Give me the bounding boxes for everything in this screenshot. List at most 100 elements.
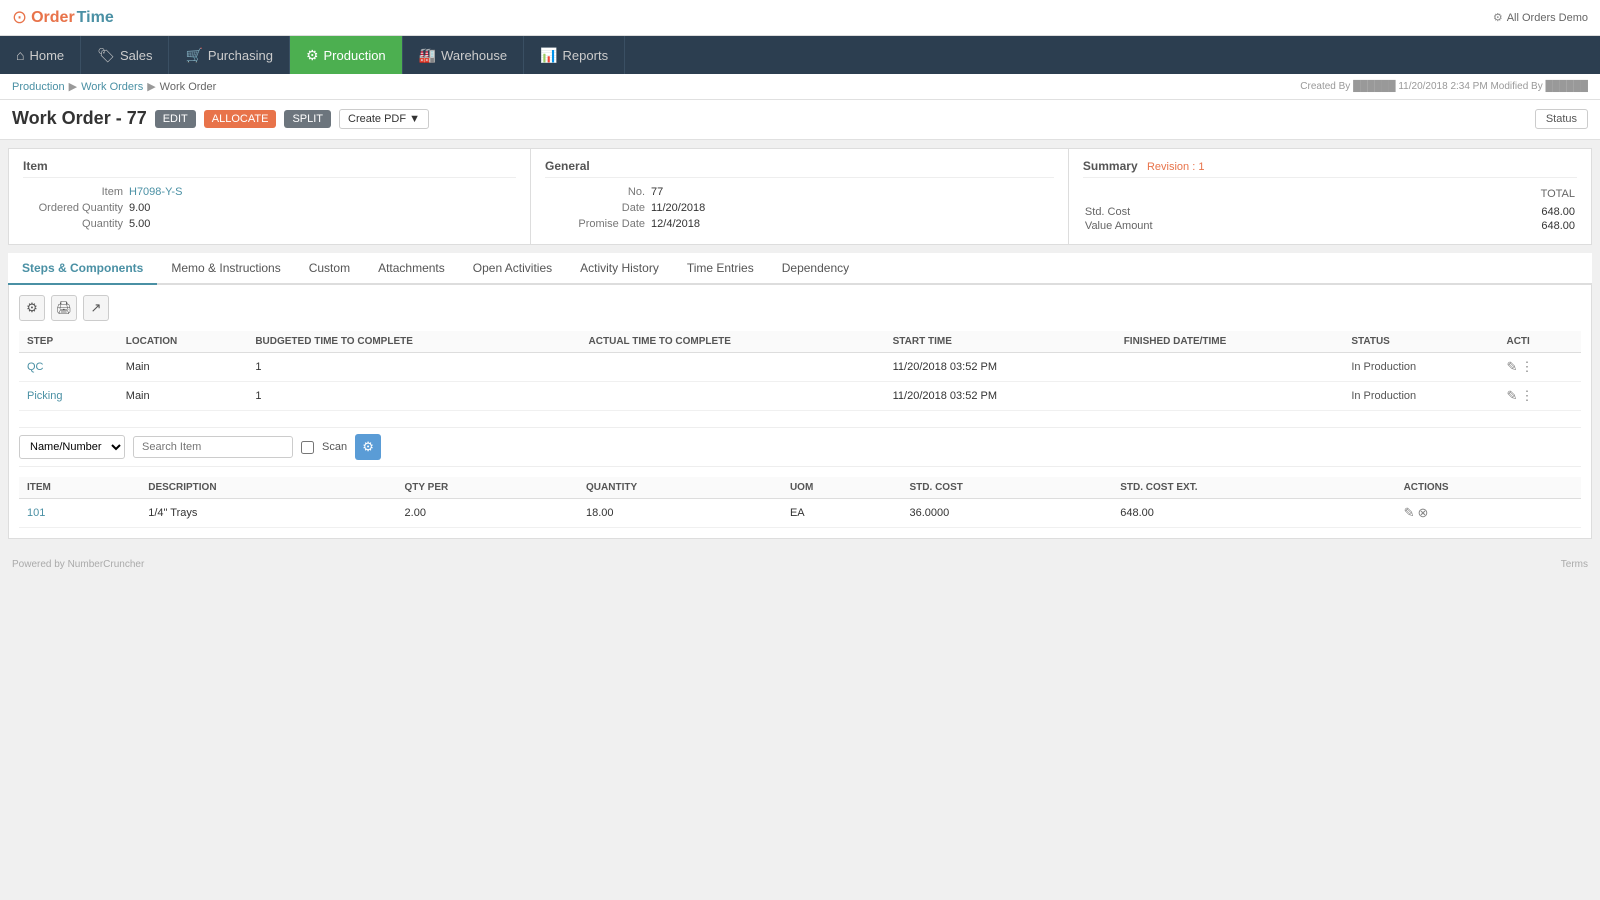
step-picking-actions: ✎ ⋮ <box>1498 382 1581 411</box>
item-panel-title: Item <box>23 159 516 178</box>
steps-col-actual: ACTUAL TIME TO COMPLETE <box>581 331 885 353</box>
summary-revision: Revision : 1 <box>1147 161 1204 173</box>
summary-value-amount-row: Value Amount 648.00 <box>1085 220 1575 232</box>
pdf-dropdown-icon[interactable]: ▼ <box>409 113 420 125</box>
nav-label-home: Home <box>29 48 64 63</box>
std-cost-label: Std. Cost <box>1085 206 1408 218</box>
tab-steps-components[interactable]: Steps & Components <box>8 253 157 285</box>
value-amount-label: Value Amount <box>1085 220 1408 232</box>
print-icon-btn[interactable]: 🖨 <box>51 295 77 321</box>
tab-memo-instructions[interactable]: Memo & Instructions <box>157 253 294 285</box>
comp-col-uom: UOM <box>782 477 902 499</box>
summary-std-cost-row: Std. Cost 648.00 <box>1085 206 1575 218</box>
breadcrumb-work-order: Work Order <box>160 81 217 93</box>
general-panel-title: General <box>545 159 1054 178</box>
page-title: Work Order - 77 <box>12 108 147 129</box>
nav-label-warehouse: Warehouse <box>441 48 507 63</box>
std-cost-value: 648.00 <box>1410 206 1575 218</box>
breadcrumb-sep-1: ▶ <box>69 80 77 93</box>
steps-table: STEP LOCATION BUDGETED TIME TO COMPLETE … <box>19 331 1581 411</box>
comp-col-item: ITEM <box>19 477 140 499</box>
steps-col-finished: FINISHED DATE/TIME <box>1116 331 1344 353</box>
comp-uom-101: EA <box>782 499 902 528</box>
create-pdf-button[interactable]: Create PDF ▼ <box>339 109 429 129</box>
tab-attachments[interactable]: Attachments <box>364 253 459 285</box>
tab-open-activities[interactable]: Open Activities <box>459 253 566 285</box>
filter-gear-btn[interactable]: ⚙ <box>355 434 381 460</box>
tab-dependency[interactable]: Dependency <box>768 253 863 285</box>
search-input[interactable] <box>133 436 293 458</box>
comp-item-101[interactable]: 101 <box>19 499 140 528</box>
top-bar: ⊙ Order Time ⚙ All Orders Demo <box>0 0 1600 36</box>
steps-col-step: STEP <box>19 331 118 353</box>
steps-col-actions: ACTI <box>1498 331 1581 353</box>
nav-label-sales: Sales <box>120 48 153 63</box>
no-value: 77 <box>651 186 663 198</box>
item-label: Item <box>23 186 123 198</box>
step-picking[interactable]: Picking <box>19 382 118 411</box>
production-icon: ⚙ <box>306 47 319 64</box>
nav-item-production[interactable]: ⚙ Production <box>290 36 403 74</box>
logo-time: Time <box>77 9 114 27</box>
logo-order: Order <box>31 9 75 27</box>
footer: Powered by NumberCruncher Terms <box>0 551 1600 578</box>
edit-button[interactable]: EDIT <box>155 110 196 128</box>
warehouse-icon: 🏭 <box>419 47 436 64</box>
item-row: Item H7098-Y-S <box>23 186 516 198</box>
tab-time-entries[interactable]: Time Entries <box>673 253 768 285</box>
step-picking-budgeted: 1 <box>247 382 580 411</box>
breadcrumb-meta: Created By ██████ 11/20/2018 2:34 PM Mod… <box>1300 81 1588 92</box>
item-value[interactable]: H7098-Y-S <box>129 186 182 198</box>
tab-custom[interactable]: Custom <box>295 253 364 285</box>
breadcrumb-work-orders[interactable]: Work Orders <box>81 81 143 93</box>
nav-item-sales[interactable]: 🏷 Sales <box>81 36 169 74</box>
more-step-picking-icon[interactable]: ⋮ <box>1520 388 1533 403</box>
gear-icon[interactable]: ⚙ <box>1493 11 1503 24</box>
step-qc-start: 11/20/2018 03:52 PM <box>885 353 1116 382</box>
general-panel: General No. 77 Date 11/20/2018 Promise D… <box>531 149 1069 244</box>
tab-activity-history[interactable]: Activity History <box>566 253 673 285</box>
comp-std-cost-ext-101: 648.00 <box>1112 499 1395 528</box>
date-row: Date 11/20/2018 <box>545 202 1054 214</box>
filter-row: Name/Number Scan ⚙ <box>19 427 1581 467</box>
table-row: 101 1/4" Trays 2.00 18.00 EA 36.0000 648… <box>19 499 1581 528</box>
step-qc-location: Main <box>118 353 248 382</box>
nav-item-reports[interactable]: 📊 Reports <box>524 36 625 74</box>
summary-col-total: TOTAL <box>1410 188 1575 204</box>
nav-item-home[interactable]: ⌂ Home <box>0 36 81 74</box>
export-icon-btn[interactable]: ↗ <box>83 295 109 321</box>
settings-icon-btn[interactable]: ⚙ <box>19 295 45 321</box>
breadcrumb-production[interactable]: Production <box>12 81 65 93</box>
filter-select[interactable]: Name/Number <box>19 435 125 459</box>
comp-col-description: DESCRIPTION <box>140 477 396 499</box>
comp-qty-per-101: 2.00 <box>397 499 578 528</box>
edit-comp-101-icon[interactable]: ✎ <box>1404 505 1415 520</box>
summary-table: TOTAL Std. Cost 648.00 Value Amount 648.… <box>1083 186 1577 234</box>
allocate-button[interactable]: ALLOCATE <box>204 110 277 128</box>
delete-comp-101-icon[interactable]: ⊗ <box>1418 505 1429 520</box>
split-button[interactable]: SPLIT <box>284 110 331 128</box>
scan-checkbox[interactable] <box>301 441 314 454</box>
summary-panel-title: Summary Revision : 1 <box>1083 159 1577 178</box>
steps-col-status: STATUS <box>1343 331 1498 353</box>
nav-item-warehouse[interactable]: 🏭 Warehouse <box>403 36 524 74</box>
nav-item-purchasing[interactable]: 🛒 Purchasing <box>169 36 289 74</box>
step-qc[interactable]: QC <box>19 353 118 382</box>
value-amount-value: 648.00 <box>1410 220 1575 232</box>
powered-by: Powered by NumberCruncher <box>12 559 144 570</box>
step-picking-finished <box>1116 382 1344 411</box>
steps-col-start: START TIME <box>885 331 1116 353</box>
edit-step-picking-icon[interactable]: ✎ <box>1506 388 1517 403</box>
status-button[interactable]: Status <box>1535 109 1588 129</box>
step-qc-status: In Production <box>1343 353 1498 382</box>
more-step-qc-icon[interactable]: ⋮ <box>1520 359 1533 374</box>
edit-step-qc-icon[interactable]: ✎ <box>1506 359 1517 374</box>
quantity-value: 5.00 <box>129 218 150 230</box>
summary-panel: Summary Revision : 1 TOTAL Std. Cost 648… <box>1069 149 1591 244</box>
promise-date-value: 12/4/2018 <box>651 218 700 230</box>
top-right-area: ⚙ All Orders Demo <box>1493 11 1588 24</box>
step-picking-start: 11/20/2018 03:52 PM <box>885 382 1116 411</box>
no-label: No. <box>545 186 645 198</box>
item-panel: Item Item H7098-Y-S Ordered Quantity 9.0… <box>9 149 531 244</box>
terms-link[interactable]: Terms <box>1561 559 1588 570</box>
